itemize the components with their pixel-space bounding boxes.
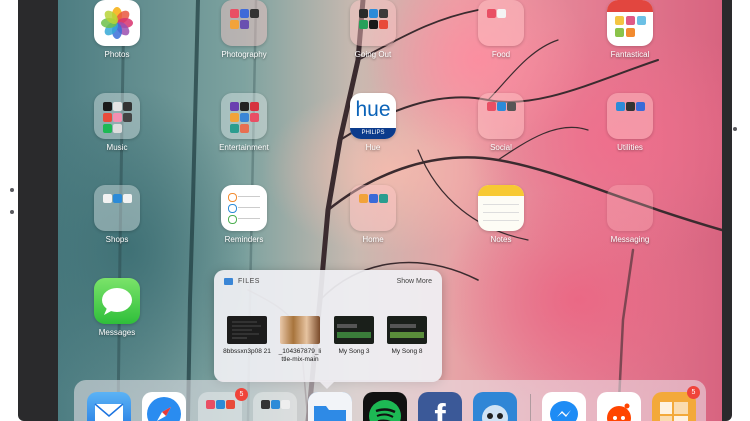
app-label: Reminders: [224, 235, 264, 244]
dock-separator: [530, 394, 531, 421]
folder-shops[interactable]: Shops: [84, 185, 150, 244]
folder-icon: [478, 93, 524, 139]
file-name: _104367879_li ttle-mix-main: [278, 348, 322, 363]
file-item[interactable]: My Song 8: [382, 316, 432, 356]
notification-badge: 5: [687, 386, 700, 399]
folder-icon: [94, 93, 140, 139]
app-label: Photos: [104, 50, 130, 59]
files-popup: FILES Show More 8bbssxn3p08 21 _10436787…: [214, 270, 442, 389]
folder-icon: [350, 0, 396, 46]
notes-icon: [478, 185, 524, 231]
reddit-icon[interactable]: [597, 392, 641, 421]
app-label: Utilities: [617, 143, 643, 152]
files-popup-header: FILES Show More: [224, 276, 432, 290]
app-photos[interactable]: Photos: [84, 0, 150, 59]
app-label: Going Out: [354, 50, 392, 59]
folder-utilities[interactable]: Utilities: [597, 93, 663, 152]
home-screen: Photos Photography Going Out Food Fantas…: [58, 0, 722, 421]
folder-food[interactable]: Food: [468, 0, 534, 59]
show-more-button[interactable]: Show More: [397, 278, 432, 285]
file-item[interactable]: 8bbssxn3p08 21: [222, 316, 272, 356]
hardware-button: [10, 188, 14, 192]
app-messages[interactable]: Messages: [84, 278, 150, 337]
file-name: 8bbssxn3p08 21: [223, 348, 271, 355]
folder-icon: [607, 93, 653, 139]
app-label: Photography: [221, 50, 267, 59]
app-label: Shops: [105, 235, 129, 244]
file-item[interactable]: _104367879_li ttle-mix-main: [275, 316, 325, 364]
ipad-frame: Photos Photography Going Out Food Fantas…: [10, 0, 737, 421]
app-label: Social: [490, 143, 512, 152]
calendar-icon: [607, 0, 653, 46]
folder-icon: [350, 185, 396, 231]
files-popup-title: FILES: [238, 278, 260, 285]
file-thumbnail: [280, 316, 320, 344]
file-thumbnail: [387, 316, 427, 344]
app-notes[interactable]: Notes: [468, 185, 534, 244]
files-folder-icon: [224, 278, 233, 285]
file-thumbnail: [334, 316, 374, 344]
facebook-letter: f: [434, 398, 446, 421]
folder-icon: [221, 0, 267, 46]
hardware-button: [10, 210, 14, 214]
dock-folder-icon[interactable]: [253, 392, 297, 421]
hue-icon: hue PHILIPS: [350, 93, 396, 139]
app-label: Messaging: [610, 235, 650, 244]
spotify-icon[interactable]: [363, 392, 407, 421]
folder-home[interactable]: Home: [340, 185, 406, 244]
app-label: Messages: [98, 328, 136, 337]
camera-dot: [733, 127, 737, 131]
safari-icon[interactable]: [142, 392, 186, 421]
folder-messaging[interactable]: Messaging: [597, 185, 663, 244]
photos-icon: [94, 0, 140, 46]
folder-going-out[interactable]: Going Out: [340, 0, 406, 59]
folder-icon: [221, 93, 267, 139]
messenger-icon[interactable]: [542, 392, 586, 421]
folder-icon: [94, 185, 140, 231]
dock: 5 f 5: [74, 380, 706, 421]
app-label: Food: [491, 50, 511, 59]
app-hue[interactable]: hue PHILIPS Hue: [340, 93, 406, 152]
folder-icon: [607, 185, 653, 231]
files-app-icon[interactable]: [308, 392, 352, 421]
reminders-icon: [221, 185, 267, 231]
mail-icon[interactable]: [87, 392, 131, 421]
app-fantastical[interactable]: Fantastical: [597, 0, 663, 59]
file-thumbnail: [227, 316, 267, 344]
folder-social[interactable]: Social: [468, 93, 534, 152]
app-label: Music: [106, 143, 128, 152]
app-label: Home: [362, 235, 384, 244]
facebook-icon[interactable]: f: [418, 392, 462, 421]
file-name: My Song 8: [391, 348, 423, 355]
app-label: Fantastical: [610, 50, 650, 59]
notification-badge: 5: [235, 388, 248, 401]
app-label: Hue: [365, 143, 381, 152]
file-name: My Song 3: [338, 348, 370, 355]
hue-logo-text: hue: [355, 98, 391, 121]
file-item[interactable]: My Song 3: [329, 316, 379, 356]
app-reminders[interactable]: Reminders: [211, 185, 277, 244]
folder-photography[interactable]: Photography: [211, 0, 277, 59]
app-label: Entertainment: [219, 143, 269, 152]
hue-brand-text: PHILIPS: [350, 128, 396, 139]
folder-music[interactable]: Music: [84, 93, 150, 152]
folder-entertainment[interactable]: Entertainment: [211, 93, 277, 152]
app-label: Notes: [490, 235, 512, 244]
messages-icon: [94, 278, 140, 324]
tweetbot-icon[interactable]: [473, 392, 517, 421]
folder-icon: [478, 0, 524, 46]
